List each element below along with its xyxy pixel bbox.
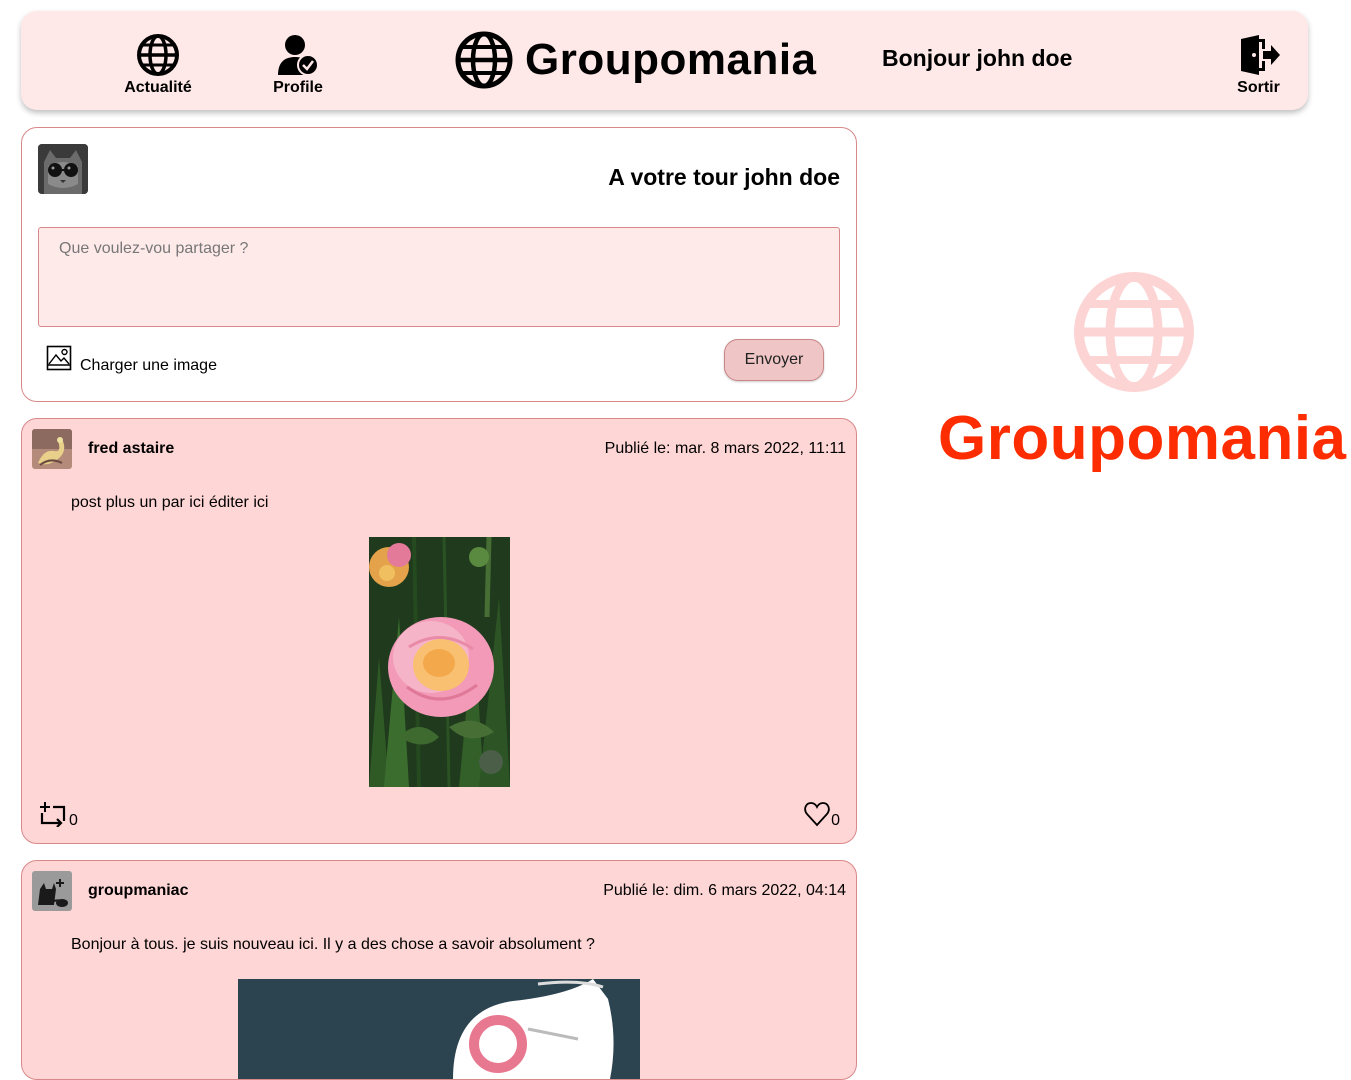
globe-icon (1074, 272, 1194, 392)
share-count: 0 (69, 812, 78, 829)
top-navbar: Actualité Profile Groupomania Bonjour jo… (21, 11, 1308, 110)
globe-icon (455, 31, 513, 89)
like-button[interactable]: 0 (804, 801, 840, 829)
repost-icon (40, 802, 66, 827)
post-card: groupmaniac Publié le: dim. 6 mars 2022,… (21, 860, 857, 1080)
share-button[interactable]: 0 (38, 801, 78, 829)
avatar (38, 144, 88, 194)
user-check-icon (278, 35, 319, 76)
send-button[interactable]: Envoyer (724, 339, 824, 381)
logout-button[interactable]: Sortir (1221, 33, 1296, 97)
globe-icon (137, 34, 179, 76)
post-composer: A votre tour john doe Charger une image … (21, 127, 857, 402)
nav-actualite-button[interactable]: Actualité (113, 33, 203, 97)
brand-logo[interactable]: Groupomania (455, 31, 817, 89)
greeting-text: Bonjour john doe (882, 45, 1073, 71)
upload-image-button[interactable]: Charger une image (46, 345, 217, 374)
post-text-input[interactable] (38, 227, 840, 327)
composer-heading: A votre tour john doe (608, 164, 840, 190)
post-image (238, 979, 640, 1079)
author-avatar-image (32, 429, 72, 469)
post-image (369, 537, 510, 787)
brand-title: Groupomania (525, 35, 817, 84)
post-author[interactable]: fred astaire (88, 440, 174, 458)
author-avatar-image (32, 871, 72, 911)
like-count: 0 (831, 812, 840, 829)
door-exit-icon (1240, 35, 1280, 75)
nav-actualite-label: Actualité (124, 79, 192, 96)
upload-image-label: Charger une image (80, 357, 217, 374)
post-author[interactable]: groupmaniac (88, 882, 188, 900)
heart-icon (804, 802, 830, 827)
side-brand-title: Groupomania (938, 404, 1347, 473)
image-upload-icon (46, 345, 72, 371)
nav-profile-label: Profile (273, 79, 323, 96)
nav-profile-button[interactable]: Profile (258, 33, 338, 97)
post-card: fred astaire Publié le: mar. 8 mars 2022… (21, 418, 857, 844)
avatar (32, 429, 72, 469)
post-text: post plus un par ici éditer ici (71, 494, 269, 511)
avatar (32, 871, 72, 911)
logout-label: Sortir (1237, 79, 1280, 96)
cat-avatar-image (38, 144, 88, 194)
post-text: Bonjour à tous. je suis nouveau ici. Il … (71, 936, 595, 953)
post-date: Publié le: mar. 8 mars 2022, 11:11 (604, 440, 846, 457)
side-brand-logo: Groupomania (938, 270, 1347, 474)
post-date: Publié le: dim. 6 mars 2022, 04:14 (603, 882, 846, 899)
